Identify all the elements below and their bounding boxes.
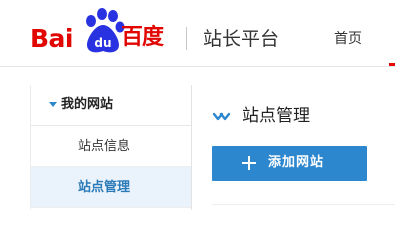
page: Bai du 百度 站长平台 首页 我的网站 站点信息 站点管理 站点管理 添加… bbox=[0, 0, 395, 210]
sidebar-section-my-sites[interactable]: 我的网站 bbox=[31, 85, 191, 126]
chevron-down-icon bbox=[212, 112, 230, 121]
top-header: Bai du 百度 站长平台 首页 bbox=[0, 0, 395, 67]
nav-home-link[interactable]: 首页 bbox=[334, 30, 362, 48]
caret-down-icon bbox=[49, 102, 57, 107]
add-site-button[interactable]: 添加网站 bbox=[212, 146, 367, 181]
nav-accent-bar bbox=[389, 63, 395, 66]
sidebar-item-site-management[interactable]: 站点管理 bbox=[31, 167, 191, 208]
content-divider bbox=[212, 204, 395, 205]
add-site-button-label: 添加网站 bbox=[268, 155, 325, 170]
plus-icon bbox=[242, 156, 256, 170]
header-divider bbox=[186, 27, 187, 50]
sidebar-item-label: 站点管理 bbox=[78, 180, 131, 195]
site-name: 站长平台 bbox=[203, 28, 280, 50]
sidebar: 我的网站 站点信息 站点管理 bbox=[30, 85, 192, 210]
baidu-logo[interactable]: Bai du 百度 bbox=[30, 8, 172, 58]
paw-text: du bbox=[94, 36, 111, 50]
page-title: 站点管理 bbox=[242, 106, 310, 126]
logo-text-bai: Bai bbox=[30, 24, 74, 53]
sidebar-section-label: 我的网站 bbox=[61, 97, 114, 112]
logo-text-cn: 百度 bbox=[121, 25, 164, 50]
sidebar-item-label: 站点信息 bbox=[78, 139, 131, 154]
sidebar-item-site-info[interactable]: 站点信息 bbox=[31, 126, 191, 167]
